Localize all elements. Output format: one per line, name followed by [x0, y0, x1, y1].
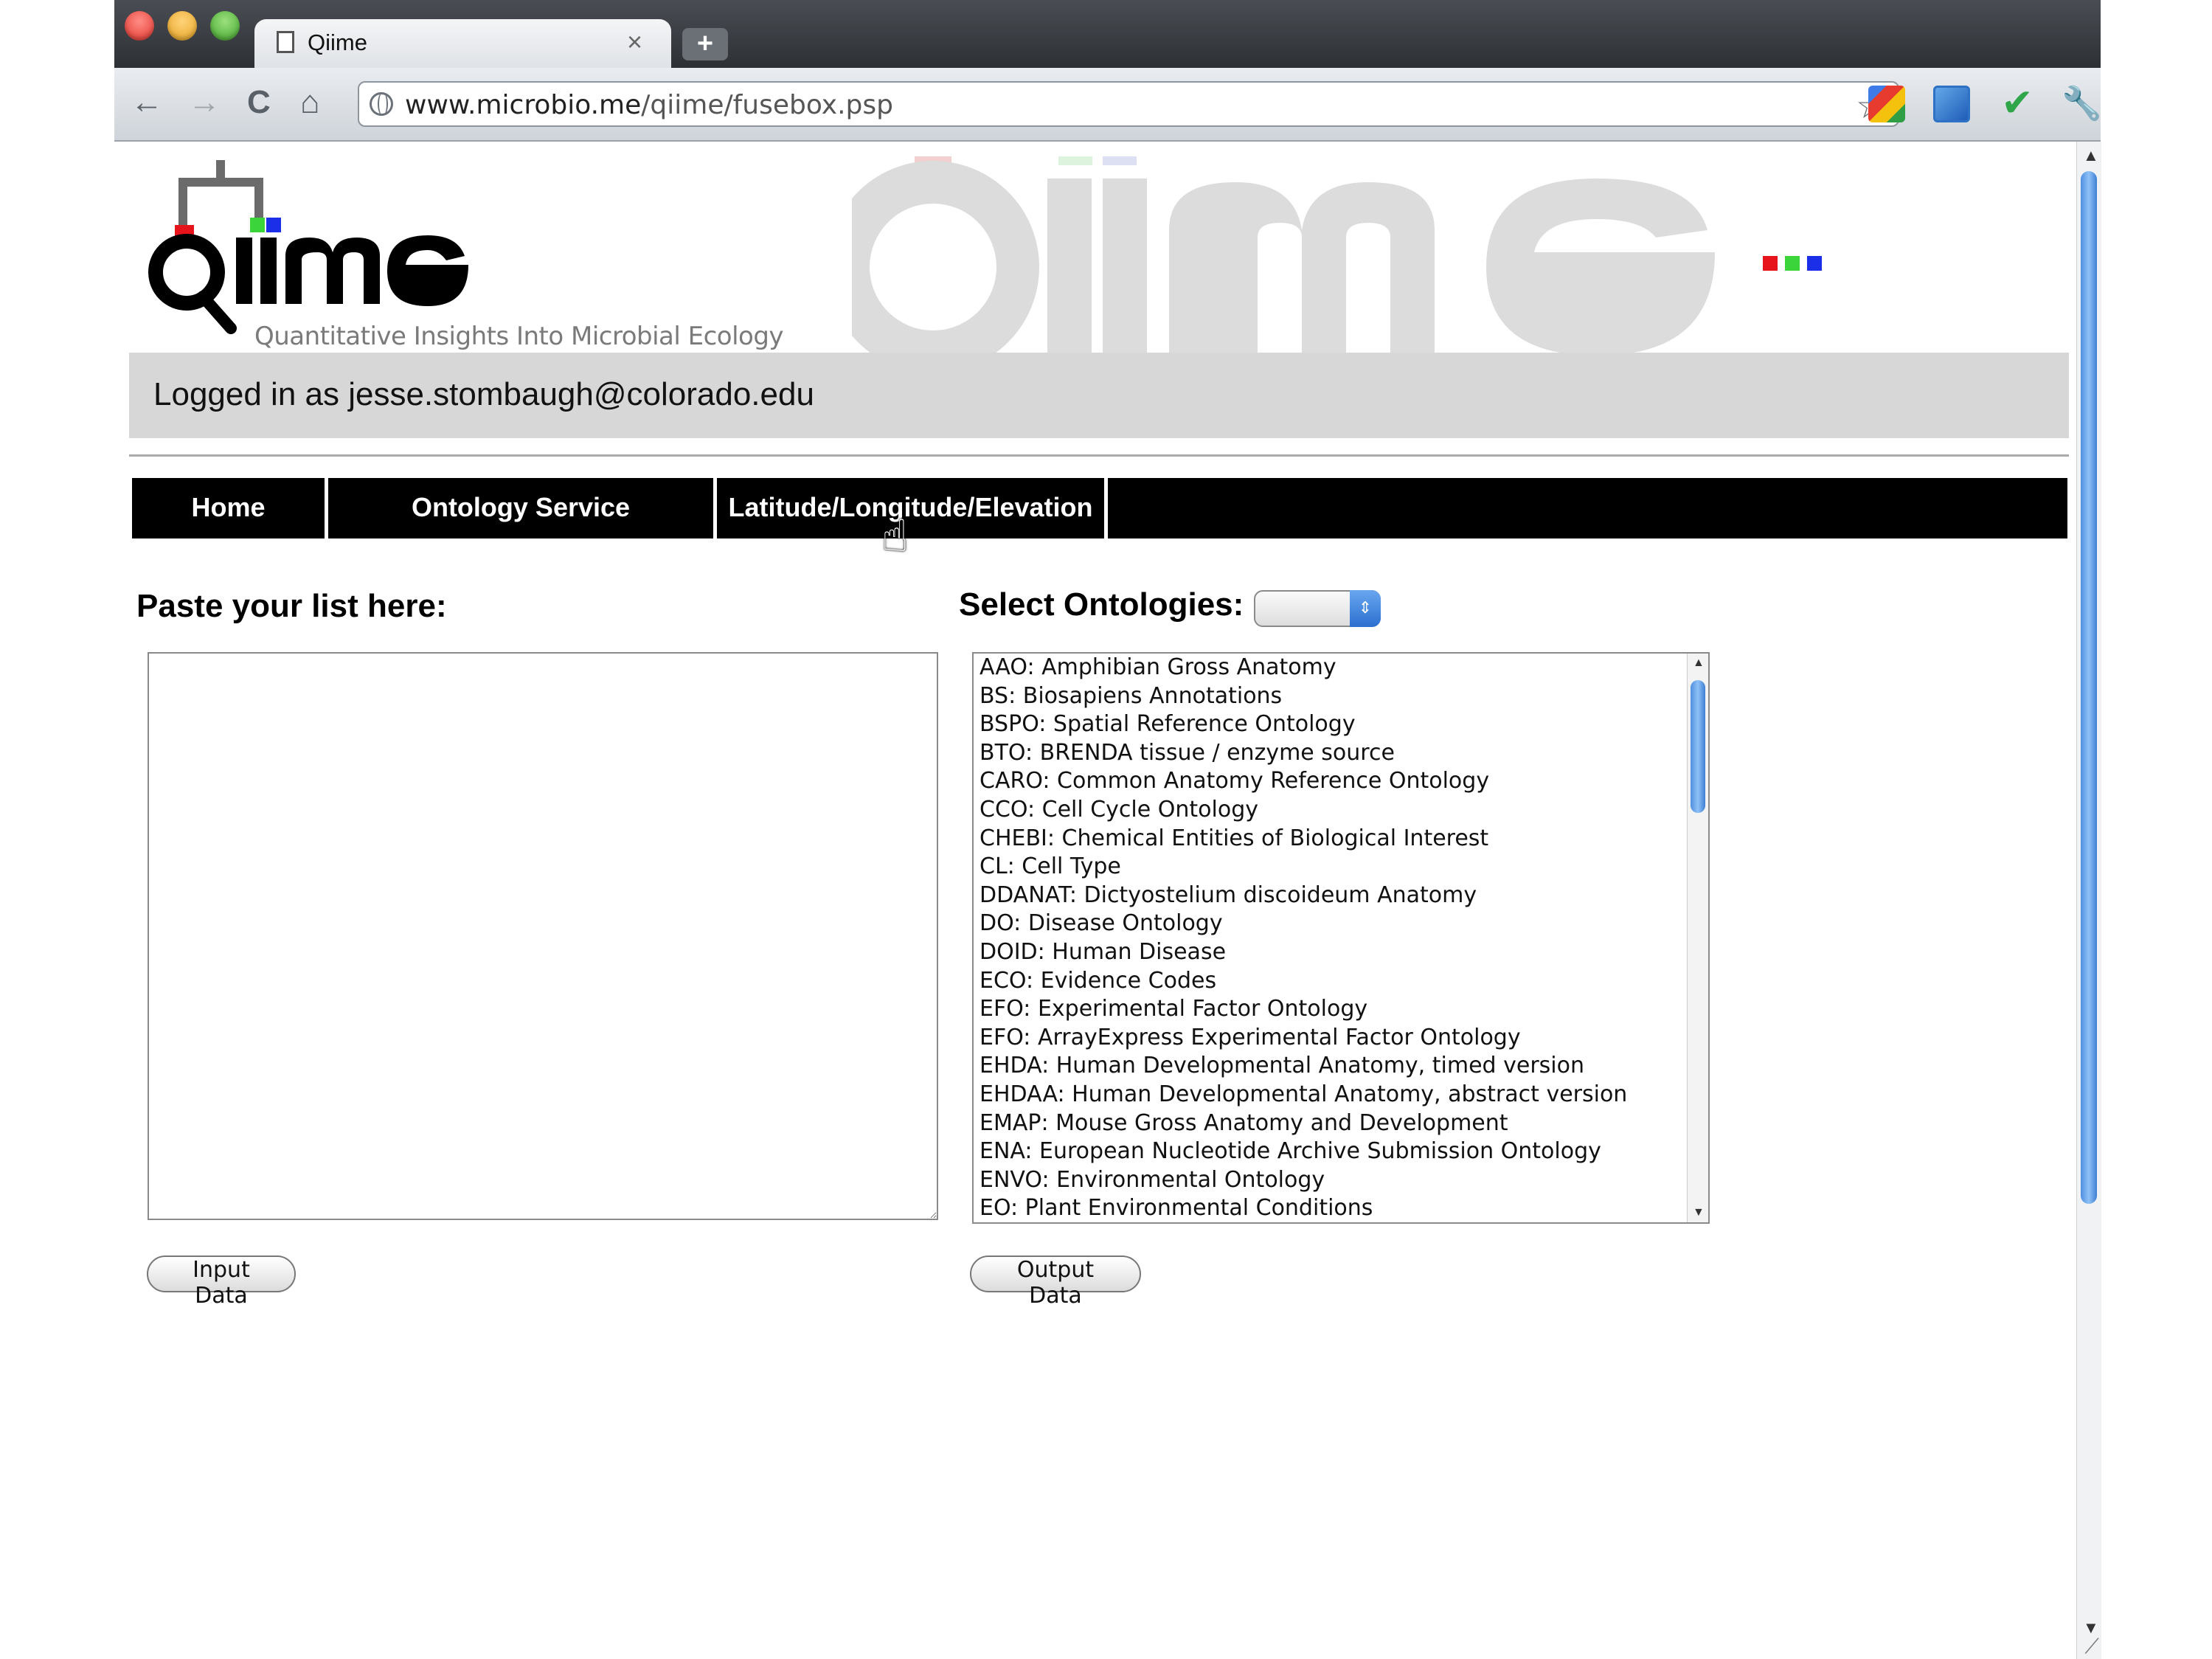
ontology-option[interactable]: EO: Plant Environmental Conditions: [974, 1194, 1708, 1222]
input-data-button[interactable]: Input Data: [147, 1255, 296, 1309]
ontology-option[interactable]: CL: Cell Type: [974, 853, 1708, 882]
ontology-option[interactable]: ENVO: Environmental Ontology: [974, 1166, 1708, 1195]
pointer-hand-cursor-icon: ☝: [881, 511, 909, 561]
tab-title: Qiime: [308, 30, 367, 55]
browser-tab[interactable]: Qiime ×: [254, 19, 671, 68]
url-text[interactable]: www.microbio.me/qiime/fusebox.psp: [405, 90, 893, 120]
ontology-option[interactable]: CARO: Common Anatomy Reference Ontology: [974, 767, 1708, 796]
output-data-button[interactable]: Output Data: [970, 1255, 1141, 1309]
forward-arrow-icon[interactable]: →: [188, 84, 221, 121]
ontology-option[interactable]: EHDA: Human Developmental Anatomy, timed…: [974, 1052, 1708, 1081]
globe-icon: [370, 92, 393, 116]
ontology-option[interactable]: CHEBI: Chemical Entities of Biological I…: [974, 825, 1708, 853]
ontology-option[interactable]: DOID: Human Disease: [974, 938, 1708, 967]
ontology-option[interactable]: EFO: ArrayExpress Experimental Factor On…: [974, 1024, 1708, 1053]
scroll-down-arrow-icon[interactable]: ▼: [1693, 1206, 1705, 1219]
ontology-option[interactable]: BS: Biosapiens Annotations: [974, 682, 1708, 711]
tab-close-icon[interactable]: ×: [627, 27, 642, 58]
listbox-scroll-thumb[interactable]: [1691, 680, 1705, 813]
home-icon[interactable]: ⌂: [300, 84, 320, 121]
url-host: www.microbio.me: [405, 90, 642, 120]
ontology-option[interactable]: EMAP: Mouse Gross Anatomy and Developmen…: [974, 1109, 1708, 1138]
login-status-bar: Logged in as jesse.stombaugh@colorado.ed…: [129, 353, 2069, 438]
ontology-option[interactable]: DO: Disease Ontology: [974, 910, 1708, 938]
address-bar[interactable]: www.microbio.me/qiime/fusebox.psp ☆: [358, 81, 1899, 127]
ontology-option[interactable]: EFO: Experimental Factor Ontology: [974, 995, 1708, 1024]
ontology-listbox[interactable]: AAO: Amphibian Gross Anatomy BS: Biosapie…: [972, 652, 1710, 1224]
page-scrollbar[interactable]: ▲ ▼: [2076, 142, 2101, 1659]
ontology-option[interactable]: DDANAT: Dictyostelium discoideum Anatomy: [974, 882, 1708, 910]
logged-in-text: Logged in as jesse.stombaugh@colorado.ed…: [153, 376, 814, 412]
dropdown-arrows-icon: ⇕: [1350, 590, 1381, 627]
nav-latitude-longitude-elevation[interactable]: Latitude/Longitude/Elevation: [717, 478, 1108, 538]
url-path: /qiime/fusebox.psp: [641, 90, 893, 120]
listbox-scrollbar[interactable]: ▲ ▼: [1687, 654, 1708, 1222]
nav-home[interactable]: Home: [132, 478, 328, 538]
page-scroll-thumb[interactable]: [2081, 171, 2097, 1204]
main-nav: Home Ontology Service Latitude/Longitude…: [132, 478, 2067, 538]
minimize-window-button[interactable]: [167, 11, 197, 41]
windows-extension-icon[interactable]: [1933, 86, 1970, 122]
maximize-window-button[interactable]: [210, 11, 240, 41]
ontology-option[interactable]: CCO: Cell Cycle Ontology: [974, 796, 1708, 825]
nav-ontology-service[interactable]: Ontology Service: [328, 478, 717, 538]
ontology-option[interactable]: ECO: Evidence Codes: [974, 967, 1708, 996]
close-window-button[interactable]: [125, 11, 154, 41]
paste-list-label: Paste your list here:: [136, 588, 447, 624]
ontology-option[interactable]: EHDAA: Human Developmental Anatomy, abst…: [974, 1081, 1708, 1109]
ontology-option[interactable]: AAO: Amphibian Gross Anatomy: [974, 654, 1708, 682]
ontology-dropdown[interactable]: ⇕: [1254, 590, 1381, 627]
browser-toolbar: ← → C ⌂ www.microbio.me/qiime/fusebox.ps…: [114, 68, 2102, 142]
scroll-up-arrow-icon[interactable]: ▲: [1693, 657, 1705, 670]
divider: [129, 454, 2069, 457]
tagline: Quantitative Insights Into Microbial Eco…: [254, 322, 784, 351]
browser-window: Qiime × + ← → C ⌂ www.microbio.me/qiime/…: [114, 0, 2102, 1659]
paste-list-textarea[interactable]: [148, 652, 938, 1220]
qiime-watermark-logo: [852, 156, 1822, 356]
ontology-option[interactable]: BSPO: Spatial Reference Ontology: [974, 710, 1708, 739]
page-scroll-up-arrow-icon[interactable]: ▲: [2083, 146, 2099, 165]
page-icon: [277, 31, 294, 53]
back-arrow-icon[interactable]: ←: [131, 84, 163, 121]
reload-icon[interactable]: C: [247, 84, 271, 121]
title-bar: Qiime × +: [114, 0, 2101, 68]
checkmark-extension-icon[interactable]: ✔: [1999, 84, 2036, 122]
ontology-option[interactable]: BTO: BRENDA tissue / enzyme source: [974, 739, 1708, 768]
ontology-option[interactable]: ENA: European Nucleotide Archive Submiss…: [974, 1137, 1708, 1166]
page-viewport: Quantitative Insights Into Microbial Eco…: [114, 142, 2076, 1659]
new-tab-button[interactable]: +: [682, 28, 728, 60]
select-ontologies-label: Select Ontologies:: [959, 586, 1244, 623]
window-resize-grip-icon[interactable]: ⟋: [2084, 1635, 2099, 1659]
wrench-icon[interactable]: 🔧: [2062, 86, 2102, 122]
google-extension-icon[interactable]: [1868, 86, 1905, 122]
